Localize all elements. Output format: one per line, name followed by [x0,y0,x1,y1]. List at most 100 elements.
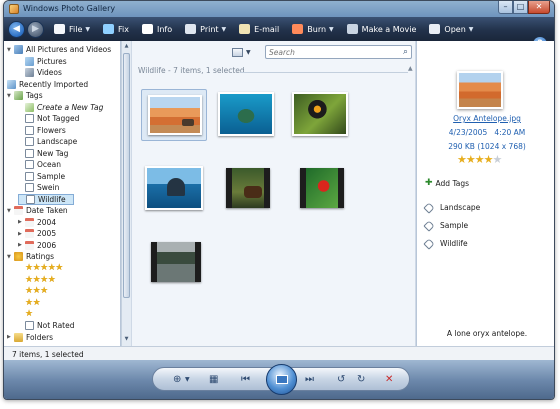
tree-item-create-a-new-tag[interactable]: Create a New Tag [18,102,103,113]
search-box[interactable]: ⌕ [265,45,412,59]
menu-info[interactable]: Info [142,24,172,34]
zoom-chevron-down-icon[interactable]: ▼ [185,373,190,387]
tree-item-all-pictures-and-videos[interactable]: ▼ All Pictures and Videos [7,44,111,55]
menu-e-mail[interactable]: E-mail [239,24,279,34]
tree-item-wildlife[interactable]: Wildlife [18,193,74,205]
group-header[interactable]: Wildlife - 7 items, 1 selected [138,66,245,75]
collapsed-arrow-icon[interactable]: ▶ [18,242,25,248]
filled-star-icon[interactable]: ★ [484,153,494,166]
rotate-clockwise-icon[interactable]: ↻ [357,373,365,387]
tag-icon [423,237,435,250]
file-tag-sample[interactable]: Sample [423,219,468,232]
tree-item-sample[interactable]: Sample [18,171,65,182]
tree-item-not-tagged[interactable]: Not Tagged [18,113,79,124]
zoom-icon[interactable]: ⊕ [173,373,181,387]
back-button[interactable]: ◀ [8,20,25,38]
filled-star-icon[interactable]: ★ [475,153,485,166]
collapsed-arrow-icon[interactable]: ▶ [18,231,25,237]
scrollbar-thumb[interactable] [123,53,130,298]
menu-print[interactable]: Print ▼ [185,24,226,34]
thumbnail-whale-tail[interactable] [141,163,207,215]
view-mode-button[interactable]: ▼ [232,46,256,59]
file-date-time[interactable]: 4/23/2005 4:20 AM [417,128,554,137]
tree-item-2006[interactable]: ▶ 2006 [18,240,56,251]
next-icon[interactable]: ⏭ [305,373,314,387]
tree-item-ratings[interactable]: ▼ Ratings [7,251,54,262]
search-icon[interactable]: ⌕ [403,47,408,57]
tree-item-landscape[interactable]: Landscape [18,136,77,147]
menu-file[interactable]: File ▼ [54,24,90,34]
menu-fix[interactable]: Fix [103,24,129,34]
scroll-down-arrow-icon[interactable]: ▼ [123,336,130,342]
menu-make-a-movie[interactable]: Make a Movie [346,24,416,34]
photo-gallery-window: Windows Photo Gallery – □ ✕ ◀ ▶ File ▼ Fix… [3,0,555,400]
actual-size-icon[interactable]: ▦ [209,373,218,387]
menu-burn[interactable]: Burn ▼ [292,24,334,34]
title-bar[interactable]: Windows Photo Gallery – □ ✕ [4,1,554,17]
tree-item-rating-4-stars[interactable]: ★★★★ [18,274,56,285]
tree-item-rating-2-stars[interactable]: ★★ [18,297,41,308]
thumbnail-bear-video[interactable] [212,163,278,215]
tree-item-rating-5-stars[interactable]: ★★★★★ [18,263,63,274]
file-date[interactable]: 4/23/2005 [449,128,487,137]
file-tag-wildlife[interactable]: Wildlife [423,237,468,250]
tree-item-folders[interactable]: ▶ Folders [7,332,53,343]
collapse-group-icon[interactable]: ▲ [408,65,413,72]
collapsed-arrow-icon[interactable]: ▶ [18,219,25,225]
empty-star-icon[interactable]: ★ [493,153,503,166]
chevron-down-icon: ▼ [329,25,334,33]
add-tags-button[interactable]: ✚ Add Tags [425,178,469,188]
gallery-icon [14,45,23,54]
scroll-up-arrow-icon[interactable]: ▲ [123,43,130,49]
close-button[interactable]: ✕ [528,1,550,14]
delete-icon[interactable]: ✕ [385,373,393,387]
thumbnail-area: ▼ ⌕ Wildlife - 7 items, 1 selected ▲ [132,41,415,346]
collapsed-arrow-icon[interactable]: ▶ [7,334,14,340]
tree-item-label: 2005 [37,229,57,238]
file-time[interactable]: 4:20 AM [494,128,525,137]
tree-item-videos[interactable]: Videos [18,67,62,78]
thumbnail-sea-turtle[interactable] [212,89,278,141]
forward-button[interactable]: ▶ [27,20,44,38]
search-input[interactable] [269,47,394,58]
tree-item-date-taken[interactable]: ▼ Date Taken [7,205,68,216]
expanded-arrow-icon[interactable]: ▼ [7,208,14,214]
file-name[interactable]: Oryx Antelope.jpg [417,114,554,123]
tree-item-not-rated[interactable]: Not Rated [18,320,74,331]
star-rating[interactable]: ★★★★★ [457,153,503,166]
thumbnail-river-video[interactable] [141,237,207,289]
tree-item-pictures[interactable]: Pictures [18,56,67,67]
tree-item-rating-1-stars[interactable]: ★ [18,309,33,320]
tag-icon [423,201,435,214]
photo-gallery-icon [9,4,19,14]
tree-item-tags[interactable]: ▼ Tags [7,90,43,101]
rotate-counterclockwise-icon[interactable]: ↺ [337,373,345,387]
thumbnail-parrot-video[interactable] [286,163,352,215]
tree-item-new-tag[interactable]: New Tag [18,148,68,159]
maximize-button[interactable]: □ [513,1,528,14]
tree-item-ocean[interactable]: Ocean [18,159,61,170]
filled-star-icon[interactable]: ★ [466,153,476,166]
info-icon [142,24,153,34]
previous-icon[interactable]: ⏮ [241,373,250,387]
tree-item-flowers[interactable]: Flowers [18,125,66,136]
navigation-scrollbar[interactable]: ▲ ▼ [121,41,131,346]
expanded-arrow-icon[interactable]: ▼ [7,47,14,53]
tree-item-2004[interactable]: ▶ 2004 [18,217,56,228]
tree-item-recently-imported[interactable]: Recently Imported [7,79,88,90]
filled-star-icon[interactable]: ★ [457,153,467,166]
expanded-arrow-icon[interactable]: ▼ [7,254,14,260]
thumbnail-oryx-antelope[interactable] [141,89,207,141]
tree-item-swein[interactable]: Swein [18,182,59,193]
tree-item-2005[interactable]: ▶ 2005 [18,228,56,239]
tag-icon [25,183,34,192]
minimize-button[interactable]: – [498,1,513,14]
thumbnail-toucan[interactable] [286,89,352,141]
add-tags-label: Add Tags [435,178,470,188]
photo-caption[interactable]: A lone oryx antelope. [417,329,554,338]
slide-show-button[interactable] [266,364,297,395]
expanded-arrow-icon[interactable]: ▼ [7,93,14,99]
tree-item-rating-3-stars[interactable]: ★★★ [18,286,48,297]
file-tag-landscape[interactable]: Landscape [423,201,480,214]
menu-open[interactable]: Open ▼ [429,24,473,34]
